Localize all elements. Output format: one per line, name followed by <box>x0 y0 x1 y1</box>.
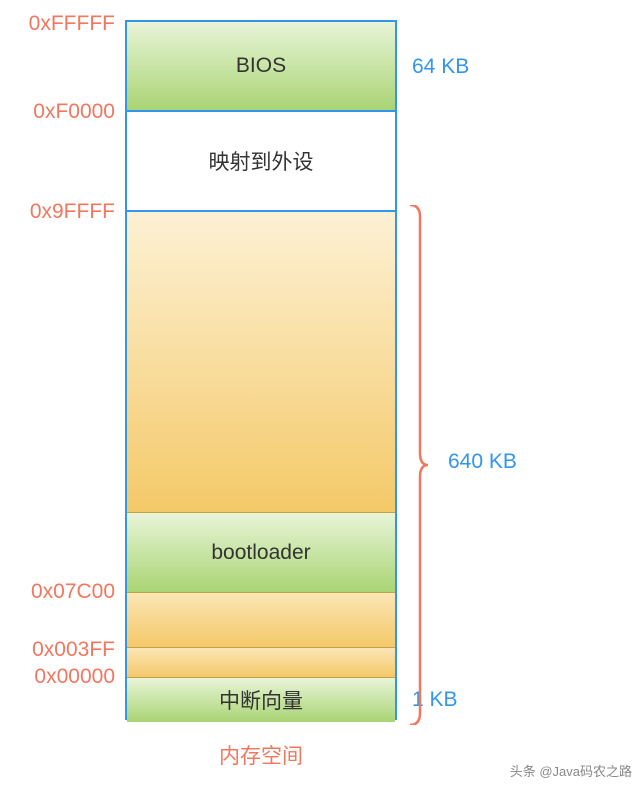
memory-column: BIOS 映射到外设 bootloader 中断向量 <box>125 20 397 720</box>
addr-top: 0xFFFFF <box>0 12 115 36</box>
peripherals-region: 映射到外设 <box>127 112 395 212</box>
bootloader-region: bootloader <box>127 512 395 592</box>
addr-peripheral-base: 0x9FFFF <box>0 200 115 224</box>
addr-ivt-top: 0x003FF <box>0 638 115 662</box>
bios-label: BIOS <box>236 54 286 78</box>
size-ram: 640 KB <box>448 450 517 474</box>
brace-icon <box>408 205 430 725</box>
bios-region: BIOS <box>127 22 395 112</box>
watermark: 头条 @Java码农之路 <box>510 761 632 780</box>
peripherals-label: 映射到外设 <box>209 146 314 176</box>
addr-bios-base: 0xF0000 <box>0 100 115 124</box>
addr-bootloader-base: 0x07C00 <box>0 580 115 604</box>
ivt-region: 中断向量 <box>127 677 395 722</box>
ivt-label: 中断向量 <box>219 685 303 715</box>
ram-mid-region <box>127 592 395 647</box>
addr-bottom: 0x00000 <box>0 665 115 689</box>
bootloader-label: bootloader <box>211 541 310 565</box>
size-bios: 64 KB <box>412 55 469 79</box>
size-ivt: 1 KB <box>412 688 458 712</box>
ram-thin-region <box>127 647 395 677</box>
bottom-label: 内存空间 <box>125 740 397 770</box>
ram-top-region <box>127 212 395 512</box>
memory-map-diagram: BIOS 映射到外设 bootloader 中断向量 0xFFFFF 0xF00… <box>0 0 640 786</box>
